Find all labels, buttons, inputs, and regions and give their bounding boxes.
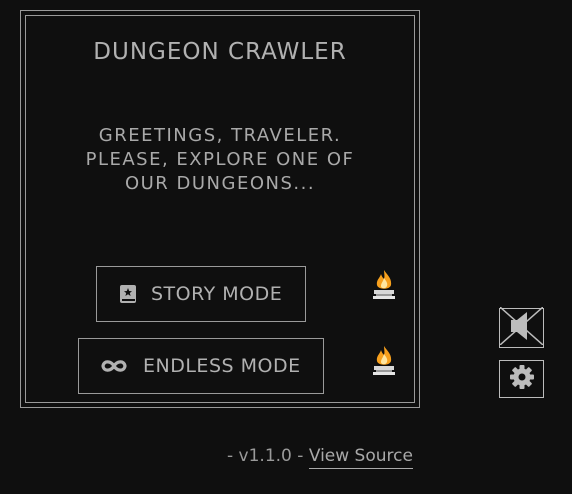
story-mode-button[interactable]: STORY MODE: [96, 266, 306, 322]
main-menu-panel: DUNGEON CRAWLER GREETINGS, TRAVELER. PLE…: [20, 10, 420, 408]
game-title: DUNGEON CRAWLER: [93, 39, 347, 65]
greeting-line-1: GREETINGS, TRAVELER.: [98, 125, 342, 146]
infinity-icon: [99, 359, 129, 373]
gear-icon: [509, 364, 535, 394]
settings-button[interactable]: [499, 360, 544, 398]
story-mode-label: STORY MODE: [151, 283, 283, 305]
mute-sound-button[interactable]: [499, 306, 544, 349]
endless-fire-brazier-icon: [370, 344, 398, 376]
view-source-link[interactable]: View Source: [308, 446, 413, 469]
sound-muted-icon: [499, 306, 544, 349]
greeting-line-2: PLEASE, EXPLORE ONE OF: [85, 149, 355, 170]
greeting-line-3: OUR DUNGEONS...: [124, 173, 316, 194]
greeting-text: GREETINGS, TRAVELER. PLEASE, EXPLORE ONE…: [66, 124, 374, 196]
book-icon: [119, 284, 137, 304]
story-fire-brazier-icon: [370, 268, 398, 300]
main-menu-inner-border: DUNGEON CRAWLER GREETINGS, TRAVELER. PLE…: [25, 15, 415, 403]
endless-mode-button[interactable]: ENDLESS MODE: [78, 338, 324, 394]
version-text: - v1.1.0 -: [227, 446, 304, 466]
endless-mode-label: ENDLESS MODE: [143, 355, 301, 377]
footer: - v1.1.0 - View Source: [227, 446, 413, 469]
